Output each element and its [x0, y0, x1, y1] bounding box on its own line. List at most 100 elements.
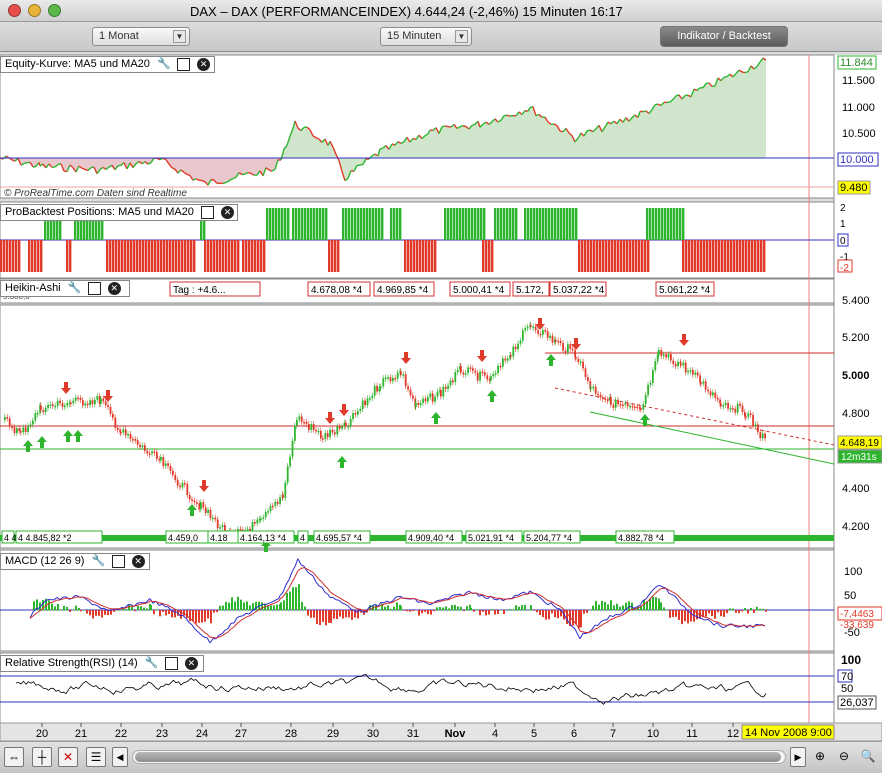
candle-body: [724, 402, 727, 406]
window-icon[interactable]: [177, 57, 191, 71]
macd-histogram-bar: [536, 610, 538, 613]
signal-line-segment: [746, 625, 751, 627]
short-position-bar: [617, 240, 620, 272]
macd-histogram-bar: [466, 606, 468, 611]
short-position-bar: [190, 240, 193, 272]
indicator-backtest-button[interactable]: Indikator / Backtest: [660, 26, 788, 47]
candle-body: [436, 391, 439, 397]
window-icon[interactable]: [111, 554, 125, 568]
candle-body: [460, 366, 462, 373]
macd-histogram-bar: [711, 610, 713, 616]
candle-body: [59, 400, 61, 404]
window-icon[interactable]: [164, 656, 178, 670]
no-cursor-icon[interactable]: ✕: [58, 747, 78, 767]
candle-body: [326, 432, 329, 438]
close-icon[interactable]: ✕: [221, 205, 235, 219]
wrench-icon[interactable]: 🔧: [157, 58, 171, 71]
long-position-bar: [670, 208, 673, 240]
candle-body: [315, 429, 317, 432]
arrows-icon[interactable]: ⇔: [4, 747, 24, 767]
macd-histogram-bar: [63, 605, 65, 611]
short-position-bar: [763, 240, 766, 272]
minimize-window-button[interactable]: [28, 4, 41, 17]
macd-line-segment: [755, 623, 760, 626]
candle-body: [94, 399, 96, 405]
macd-histogram-bar: [131, 606, 133, 611]
candle-body: [727, 402, 729, 409]
interval-select[interactable]: 15 Minuten ▼: [380, 27, 472, 46]
candle-body: [267, 511, 269, 513]
long-position-bar: [281, 208, 284, 240]
macd-histogram-bar: [78, 607, 80, 611]
time-scrollbar[interactable]: [132, 750, 786, 764]
macd-histogram-bar: [143, 607, 145, 611]
scroll-right-icon[interactable]: ▶: [790, 747, 806, 767]
scroll-left-icon[interactable]: ◀: [112, 747, 128, 767]
candle-body: [672, 360, 675, 364]
price-axis-label: 5.400: [842, 295, 870, 307]
wrench-icon[interactable]: 🔧: [92, 555, 106, 568]
macd-histogram-bar: [128, 604, 130, 611]
macd-histogram-bar: [319, 610, 321, 626]
short-position-bar: [9, 240, 12, 272]
macd-histogram-bar: [213, 610, 215, 613]
candle-body: [419, 402, 422, 406]
candle-body: [677, 361, 679, 367]
macd-histogram-bar: [539, 610, 541, 616]
short-position-bar: [18, 240, 21, 272]
short-position-bar: [715, 240, 718, 272]
macd-histogram-bar: [557, 610, 559, 619]
candle-body: [347, 426, 350, 428]
macd-line-segment: [456, 593, 461, 596]
short-position-bar: [112, 240, 115, 272]
list-icon[interactable]: ☰: [86, 747, 106, 767]
candle-body: [188, 495, 191, 500]
candle-body: [642, 404, 645, 410]
candle-body: [167, 463, 169, 466]
wrench-icon[interactable]: 🔧: [145, 657, 159, 670]
zoom-out-icon[interactable]: ⊖: [834, 747, 854, 767]
candle-body: [291, 440, 294, 457]
candle-body: [320, 430, 322, 439]
short-position-bar: [742, 240, 745, 272]
long-position-bar: [524, 208, 527, 240]
zoom-in-icon[interactable]: ⊕: [810, 747, 830, 767]
signal-line-segment: [356, 608, 361, 610]
macd-histogram-bar: [339, 610, 341, 617]
window-icon[interactable]: [87, 281, 101, 295]
signal-line-segment: [118, 607, 123, 610]
scrollbar-thumb[interactable]: [135, 752, 781, 762]
candle-body: [42, 410, 45, 413]
candle-body: [109, 407, 112, 414]
chart-area[interactable]: Tag : +4.6... 4.678,08 *4 4.969,85 *4 5.000…: [0, 52, 882, 741]
candle-body: [394, 377, 397, 380]
wrench-icon[interactable]: 🔧: [68, 282, 82, 295]
candle-body: [352, 413, 354, 420]
x-axis-label: 22: [115, 728, 127, 740]
macd-histogram-bar: [601, 600, 603, 611]
zoom-window-button[interactable]: [48, 4, 61, 17]
macd-histogram-bar: [387, 605, 389, 611]
long-position-bar: [503, 208, 506, 240]
window-icon[interactable]: [201, 205, 214, 219]
close-icon[interactable]: ✕: [131, 554, 145, 568]
close-window-button[interactable]: [8, 4, 21, 17]
candle-body: [415, 402, 417, 407]
period-select[interactable]: 1 Monat ▼: [92, 27, 190, 46]
macd-histogram-bar: [592, 605, 594, 611]
magnifier-icon[interactable]: 🔍: [858, 747, 878, 767]
rsi-panel-header: Relative Strength(RSI) (14) 🔧 ✕: [0, 655, 204, 672]
macd-histogram-bar: [225, 601, 227, 611]
macd-line-segment: [362, 611, 367, 613]
candle-body: [153, 451, 156, 453]
macd-histogram-bar: [107, 610, 109, 616]
close-icon[interactable]: ✕: [107, 281, 121, 295]
long-position-bar: [667, 208, 670, 240]
short-position-bar: [187, 240, 190, 272]
macd-line-segment: [484, 597, 489, 599]
close-icon[interactable]: ✕: [184, 656, 198, 670]
crosshair-icon[interactable]: ┼: [32, 747, 52, 767]
candle-body: [734, 408, 737, 413]
close-icon[interactable]: ✕: [197, 57, 211, 71]
macd-histogram-bar: [756, 606, 758, 611]
